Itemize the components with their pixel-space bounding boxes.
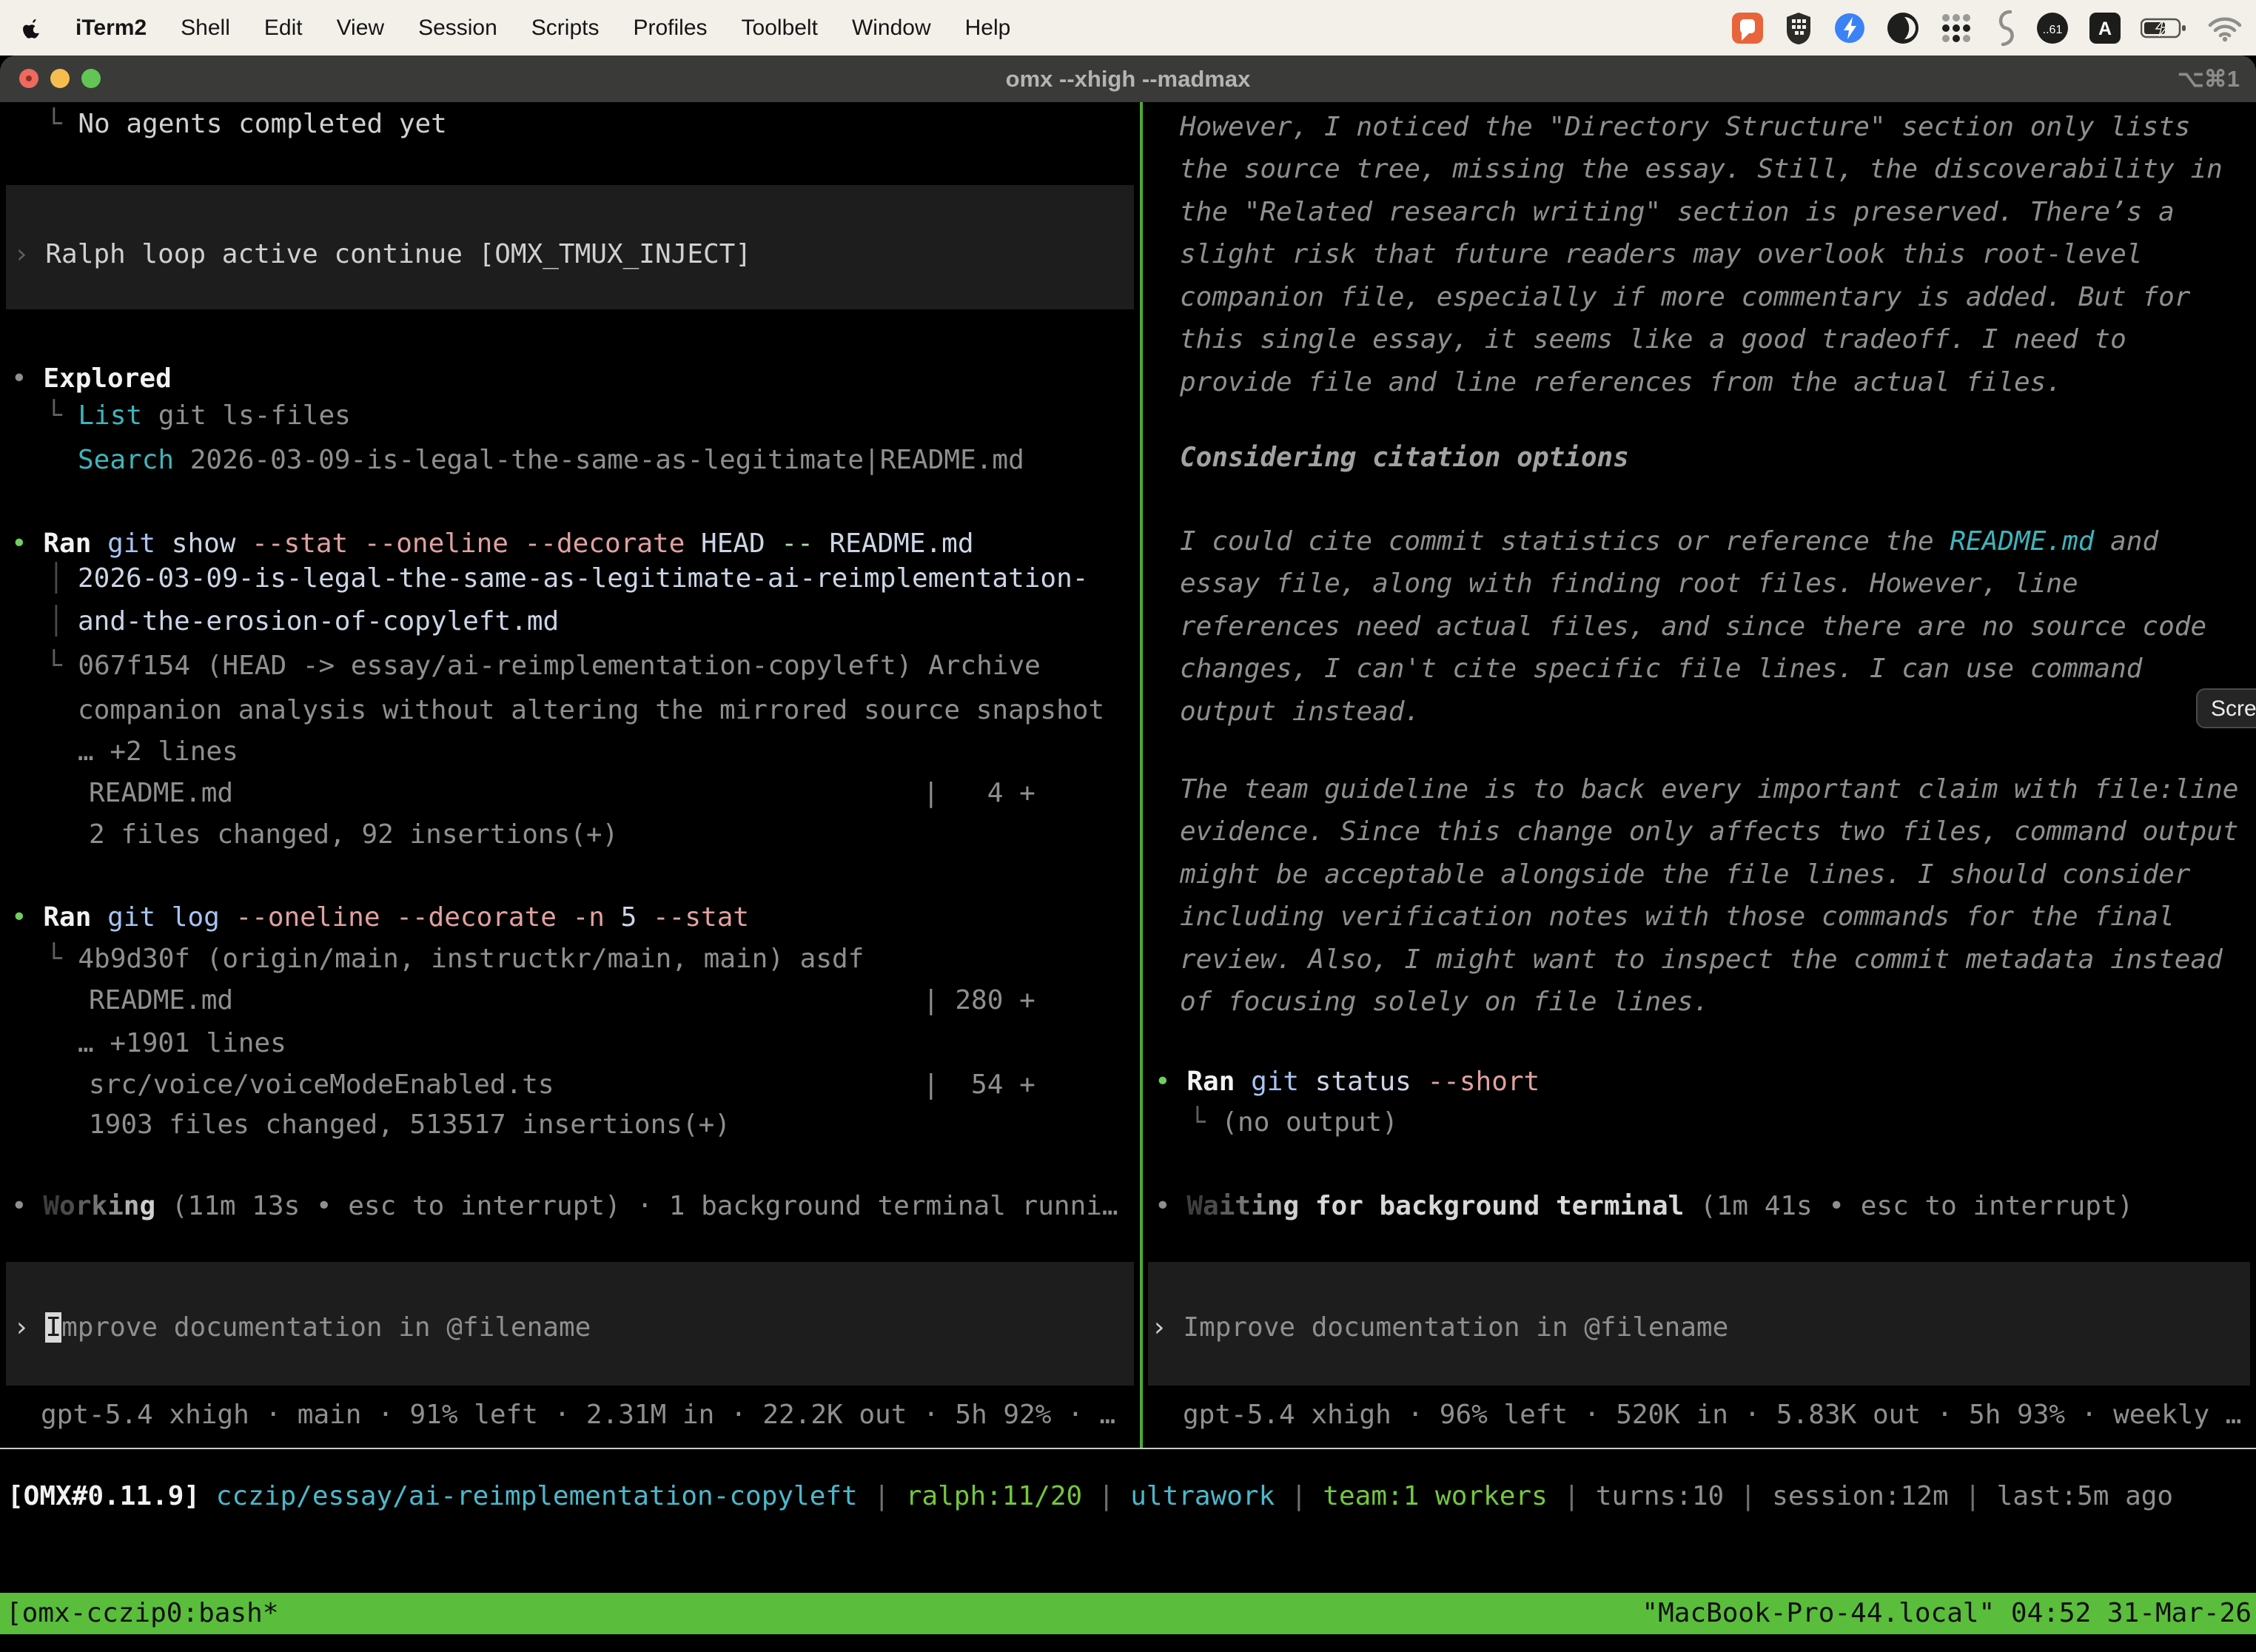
term-line: I could cite commit statistics or refere… xyxy=(1180,526,2158,558)
term-line: evidence. Since this change only affects… xyxy=(1180,816,2238,848)
term-line: src/voice/voiceModeEnabled.ts | 54 + xyxy=(89,1069,1035,1101)
term-line: • Waiting for background terminal (1m 41… xyxy=(1155,1190,2133,1223)
keyboard-a-icon[interactable]: A xyxy=(2089,12,2121,44)
term-line: 1903 files changed, 513517 insertions(+) xyxy=(89,1109,731,1141)
pane-divider[interactable] xyxy=(1140,102,1143,1448)
screen-share-pill-label: Scre xyxy=(2211,696,2256,721)
term-line: • Working (11m 13s • esc to interrupt) ·… xyxy=(11,1190,1118,1223)
ralph-banner-text: › Ralph loop active continue [OMX_TMUX_I… xyxy=(13,238,751,271)
menu-item-session[interactable]: Session xyxy=(418,16,497,41)
term-line: might be acceptable alongside the file l… xyxy=(1180,859,2190,891)
menu-item-shell[interactable]: Shell xyxy=(181,16,230,41)
tmux-status-bar: [omx-cczip0:bash* "MacBook-Pro-44.local"… xyxy=(0,1593,2256,1634)
term-line: README.md | 280 + xyxy=(89,984,1035,1017)
menu-item-app[interactable]: iTerm2 xyxy=(75,16,147,41)
macos-menu-bar: iTerm2 Shell Edit View Session Scripts Profil… xyxy=(0,0,2256,56)
prompt-text-right: › Improve documentation in @filename xyxy=(1151,1312,1728,1344)
squiggle-icon[interactable] xyxy=(1993,9,2016,47)
term-line: … +1901 lines xyxy=(78,1027,286,1060)
omx-status-line: [OMX#0.11.9] cczip/essay/ai-reimplementa… xyxy=(7,1480,2173,1513)
term-line: README.md | 4 + xyxy=(89,777,1035,810)
term-line: • Ran git show --stat --oneline --decora… xyxy=(11,528,974,560)
term-line: this single essay, it seems like a good … xyxy=(1180,323,2126,356)
pie-chart-icon[interactable] xyxy=(1886,11,1920,45)
session-stats-right: gpt-5.4 xhigh · 96% left · 520K in · 5.8… xyxy=(1183,1399,2241,1431)
term-line: of focusing solely on file lines. xyxy=(1180,986,1709,1018)
menu-item-edit[interactable]: Edit xyxy=(264,16,303,41)
tmux-host-clock: "MacBook-Pro-44.local" 04:52 31-Mar-26 xyxy=(1642,1593,2256,1634)
term-line: │ xyxy=(48,563,64,595)
tmux-session-name: [omx-cczip0:bash* xyxy=(0,1593,278,1634)
term-line: companion analysis without altering the … xyxy=(78,694,1104,727)
shield-grid-icon[interactable] xyxy=(1784,11,1813,45)
term-line: • Ran git log --oneline --decorate -n 5 … xyxy=(11,901,749,934)
term-line: slight risk that future readers may over… xyxy=(1180,238,2142,271)
wifi-icon[interactable] xyxy=(2207,14,2243,42)
term-line: However, I noticed the "Directory Struct… xyxy=(1180,111,2190,144)
status-separator-line xyxy=(0,1448,2256,1449)
term-line: └ No agents completed yet xyxy=(46,108,447,141)
screen-share-pill[interactable]: Scre xyxy=(2196,688,2256,728)
prompt-text-left: › Improve documentation in @filename xyxy=(13,1312,591,1344)
term-line: └ 4b9d30f (origin/main, instructkr/main,… xyxy=(46,943,864,976)
term-line: changes, I can't cite specific file line… xyxy=(1180,653,2142,685)
window-title: omx --xhigh --madmax xyxy=(0,56,2256,102)
term-line: └ (no output) xyxy=(1189,1107,1398,1139)
window-title-bar[interactable]: omx --xhigh --madmax ⌥⌘1 xyxy=(0,56,2256,102)
term-line: the source tree, missing the essay. Stil… xyxy=(1180,153,2223,186)
menu-item-help[interactable]: Help xyxy=(965,16,1011,41)
terminal-content: Scre [omx-cczip0:bash* "MacBook-Pro-44.l… xyxy=(0,102,2256,1652)
term-line: • Explored xyxy=(11,363,172,395)
term-line: … +2 lines xyxy=(78,736,238,768)
menu-item-window[interactable]: Window xyxy=(852,16,931,41)
term-line: essay file, along with finding root file… xyxy=(1180,568,2078,600)
desktop-screen: iTerm2 Shell Edit View Session Scripts Profil… xyxy=(0,0,2256,1652)
term-line: • Ran git status --short xyxy=(1155,1066,1540,1098)
menu-item-toolbelt[interactable]: Toolbelt xyxy=(742,16,818,41)
svg-text:A: A xyxy=(2098,19,2112,39)
menu-bar-status-icons: ..61 A xyxy=(1730,9,2256,47)
dots-grid-icon[interactable] xyxy=(1939,11,1973,45)
battery-icon[interactable] xyxy=(2141,16,2188,40)
term-line: including verification notes with those … xyxy=(1180,901,2175,933)
session-stats-left: gpt-5.4 xhigh · main · 91% left · 2.31M … xyxy=(41,1399,1115,1431)
term-line: └ List git ls-files xyxy=(46,400,351,432)
verified-badge-icon[interactable] xyxy=(1833,11,1867,45)
term-line: and-the-erosion-of-copyleft.md xyxy=(78,605,559,638)
menu-item-profiles[interactable]: Profiles xyxy=(633,16,707,41)
term-line: │ xyxy=(48,605,64,638)
term-line: references need actual files, and since … xyxy=(1180,611,2206,643)
menu-items: Shell Edit View Session Scripts Profiles Toolb… xyxy=(181,16,1010,41)
term-line: 2026-03-09-is-legal-the-same-as-legitima… xyxy=(78,563,1088,595)
svg-text:..61: ..61 xyxy=(2043,24,2063,36)
thinking-heading: Considering citation options xyxy=(1180,442,1629,474)
iterm2-window: omx --xhigh --madmax ⌥⌘1 Scre [omx-cczip… xyxy=(0,56,2256,1652)
term-line: the "Related research writing" section i… xyxy=(1180,196,2175,229)
term-line: 2 files changed, 92 insertions(+) xyxy=(89,819,618,851)
screen-recording-icon[interactable] xyxy=(1730,11,1765,45)
window-shortcut-badge: ⌥⌘1 xyxy=(2178,56,2240,102)
menu-item-view[interactable]: View xyxy=(337,16,384,41)
menu-item-scripts[interactable]: Scripts xyxy=(531,16,600,41)
term-line: Search 2026-03-09-is-legal-the-same-as-l… xyxy=(78,444,1024,477)
term-line: └ 067f154 (HEAD -> essay/ai-reimplementa… xyxy=(46,650,1041,682)
term-line: companion file, especially if more comme… xyxy=(1180,281,2190,314)
term-line: The team guideline is to back every impo… xyxy=(1180,773,2238,806)
term-line: output instead. xyxy=(1180,696,1420,728)
term-line: provide file and line references from th… xyxy=(1180,366,2062,399)
apple-menu-icon[interactable] xyxy=(22,17,41,39)
term-line: review. Also, I might want to inspect th… xyxy=(1180,944,2223,976)
battery-percent-icon[interactable]: ..61 xyxy=(2035,11,2069,45)
